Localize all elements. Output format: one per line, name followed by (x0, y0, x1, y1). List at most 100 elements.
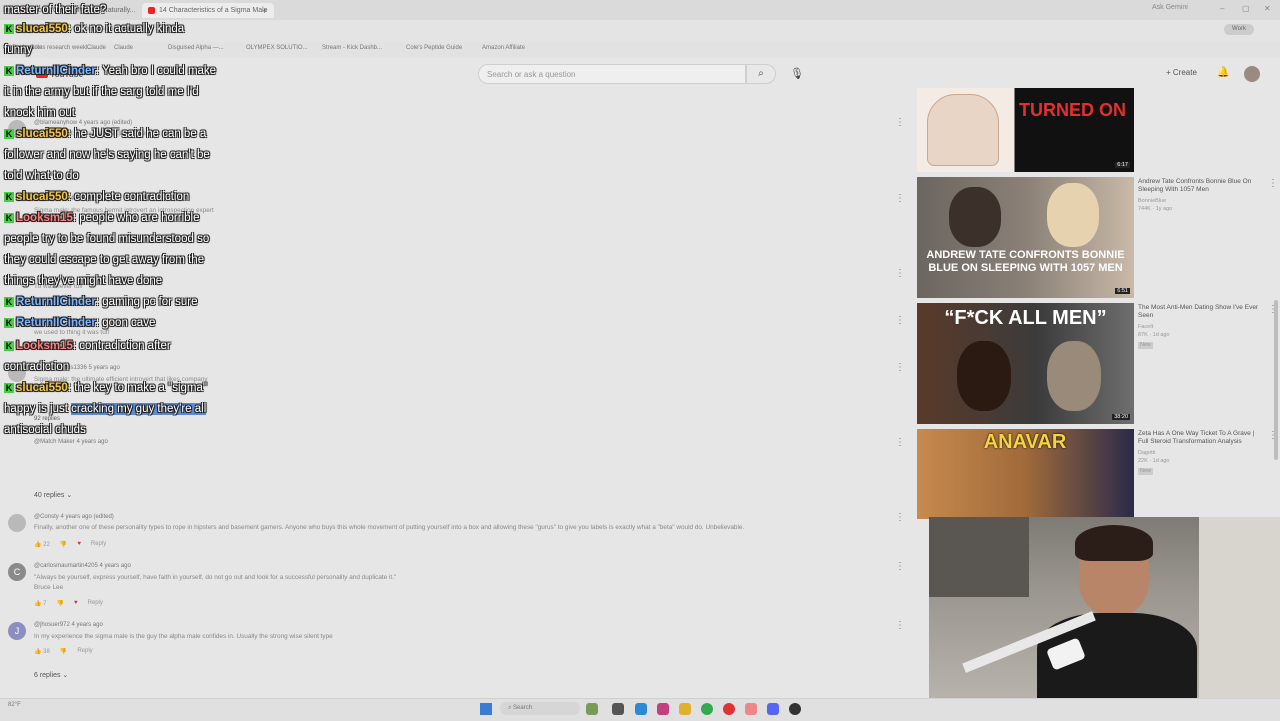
app-icon[interactable] (586, 703, 598, 715)
app-icon[interactable] (657, 703, 669, 715)
thumbnail-text: “F*CK ALL MEN” (944, 307, 1107, 329)
bookmark-item[interactable]: Amazon Affiliate (482, 45, 525, 51)
comment-text: In my experience the sigma male is the g… (34, 633, 333, 640)
kebab-icon[interactable]: ⋮ (895, 193, 905, 204)
thumbnail-text: ANDREW TATE CONFRONTS BONNIE BLUE ON SLE… (926, 249, 1125, 274)
chat-line: Kslucai550: the key to make a "sigma" (4, 382, 207, 394)
kebab-icon[interactable]: ⋮ (895, 620, 905, 631)
new-tab-button[interactable]: + (262, 3, 267, 18)
video-title[interactable]: Andrew Tate Confronts Bonnie Blue On Sle… (1138, 178, 1266, 194)
comment-text: Finally, another one of these personalit… (34, 524, 745, 531)
video-thumbnail[interactable]: ANAVAR (917, 429, 1134, 519)
chat-line: K ReturnIICinder: gaming pc for sure (4, 296, 198, 308)
kick-badge-icon: K (4, 212, 14, 223)
video-thumbnail[interactable]: “F*CK ALL MEN” 38:20 (917, 303, 1134, 424)
video-meta: 87K · 1d ago (1138, 332, 1170, 338)
person-silhouette (1047, 183, 1099, 247)
chat-line: follower and now he's saying he can't be (4, 149, 210, 161)
comment-avatar[interactable] (8, 514, 26, 532)
comment-avatar[interactable]: C (8, 563, 26, 581)
maximize-icon[interactable]: ▢ (1242, 4, 1250, 13)
search-icon[interactable]: ⌕ (746, 64, 776, 84)
kick-badge-icon: K (4, 317, 14, 328)
bookmark-item[interactable]: OLYMPEX SOLUTIO... (246, 45, 308, 51)
new-badge: New (1138, 342, 1154, 349)
minimize-icon[interactable]: – (1220, 4, 1224, 13)
chat-line: things they've might have done (4, 275, 163, 287)
discord-icon[interactable] (767, 703, 779, 715)
kebab-icon[interactable]: ⋮ (895, 437, 905, 448)
kebab-icon[interactable]: ⋮ (895, 117, 905, 128)
reply-button[interactable]: Reply (91, 541, 106, 548)
kebab-icon[interactable]: ⋮ (895, 512, 905, 523)
heart-icon: ♥ (73, 600, 78, 606)
kick-badge-icon: K (4, 23, 14, 34)
scrollbar[interactable] (1274, 300, 1278, 460)
chat-line: happy is just cracking my guy they're al… (4, 403, 207, 415)
kebab-icon[interactable]: ⋮ (895, 268, 905, 279)
chat-line: they could escape to get away from the (4, 254, 205, 266)
comment-actions: 👍 22 👎 ♥ Reply (34, 541, 106, 548)
video-channel[interactable]: BonnieBlue (1138, 198, 1166, 205)
person-silhouette (957, 341, 1011, 411)
chevron-down-icon: ⌄ (66, 492, 73, 499)
video-duration: 6:17 (1115, 162, 1130, 168)
ask-gemini-button[interactable]: Ask Gemini (1152, 4, 1188, 11)
kebab-icon[interactable]: ⋮ (1268, 178, 1278, 189)
video-thumbnail[interactable]: TURNED ON 6:17 (917, 88, 1134, 172)
replies-toggle[interactable]: 40 replies ⌄ (34, 491, 72, 499)
dislike-icon[interactable]: 👎 (60, 648, 67, 655)
windows-icon[interactable] (480, 703, 492, 715)
chat-line: Kslucai550: he JUST said he can be a (4, 128, 207, 140)
mic-icon[interactable]: 🎙 (790, 67, 804, 80)
kebab-icon[interactable]: ⋮ (895, 315, 905, 326)
avatar[interactable] (1244, 66, 1260, 82)
video-title[interactable]: The Most Anti-Men Dating Show I've Ever … (1138, 304, 1266, 320)
person-silhouette (949, 187, 1001, 247)
bookmark-item[interactable]: Stream - Kick Dashb... (322, 45, 382, 51)
close-icon[interactable]: ✕ (1264, 4, 1271, 13)
chat-line: K ReturnIICinder: goon cave (4, 317, 156, 329)
search-label: Search (513, 705, 533, 711)
chrome-icon[interactable] (701, 703, 713, 715)
webcam-overlay (929, 517, 1280, 698)
like-icon[interactable]: 👍 7 (34, 600, 46, 607)
chevron-down-icon: ⌄ (62, 672, 69, 679)
like-icon[interactable]: 👍 38 (34, 648, 50, 655)
video-channel[interactable]: Dagotti (1138, 450, 1155, 457)
folder-icon[interactable] (679, 703, 691, 715)
kebab-icon[interactable]: ⋮ (895, 561, 905, 572)
reply-button[interactable]: Reply (88, 600, 103, 607)
comment-avatar[interactable]: J (8, 622, 26, 640)
chat-line: Kslucai550: complete contradiction (4, 191, 190, 203)
video-thumbnail[interactable]: ANDREW TATE CONFRONTS BONNIE BLUE ON SLE… (917, 177, 1134, 298)
app-icon[interactable] (612, 703, 624, 715)
chat-line: master of their fate? (4, 4, 107, 16)
video-title[interactable]: Zeta Has A One Way Ticket To A Grave | F… (1138, 430, 1266, 446)
kick-badge-icon: K (4, 296, 14, 307)
reply-button[interactable]: Reply (77, 648, 92, 655)
taskbar-search[interactable]: ⌕ Search (500, 702, 580, 715)
edge-icon[interactable] (635, 703, 647, 715)
weather-widget[interactable]: 82°F (8, 702, 21, 708)
thumbnail-text: ANAVAR (983, 431, 1067, 453)
search-input[interactable]: Search or ask a question (478, 64, 746, 84)
bell-icon[interactable]: 🔔 (1217, 67, 1229, 78)
app-icon[interactable] (745, 703, 757, 715)
create-button[interactable]: + Create (1166, 68, 1197, 77)
chat-line: contradiction (4, 361, 70, 373)
comment-text: "Always be yourself, express yourself, h… (34, 574, 397, 581)
obs-icon[interactable] (789, 703, 801, 715)
dislike-icon[interactable]: 👎 (56, 600, 63, 607)
comment-actions: 👍 7 👎 ♥ Reply (34, 600, 103, 607)
chat-line: it in the army but if the sarg told me I… (4, 86, 199, 98)
dislike-icon[interactable]: 👎 (60, 541, 67, 548)
replies-toggle[interactable]: 6 replies ⌄ (34, 671, 68, 679)
bookmark-item[interactable]: Cole's Peptide Guide (406, 45, 462, 51)
profile-work-button[interactable]: Work (1224, 24, 1254, 35)
chat-line: people try to be found misunderstood so (4, 233, 210, 245)
video-channel[interactable]: FaceIt (1138, 324, 1153, 331)
app-icon[interactable] (723, 703, 735, 715)
like-icon[interactable]: 👍 22 (34, 541, 50, 548)
kebab-icon[interactable]: ⋮ (895, 362, 905, 373)
